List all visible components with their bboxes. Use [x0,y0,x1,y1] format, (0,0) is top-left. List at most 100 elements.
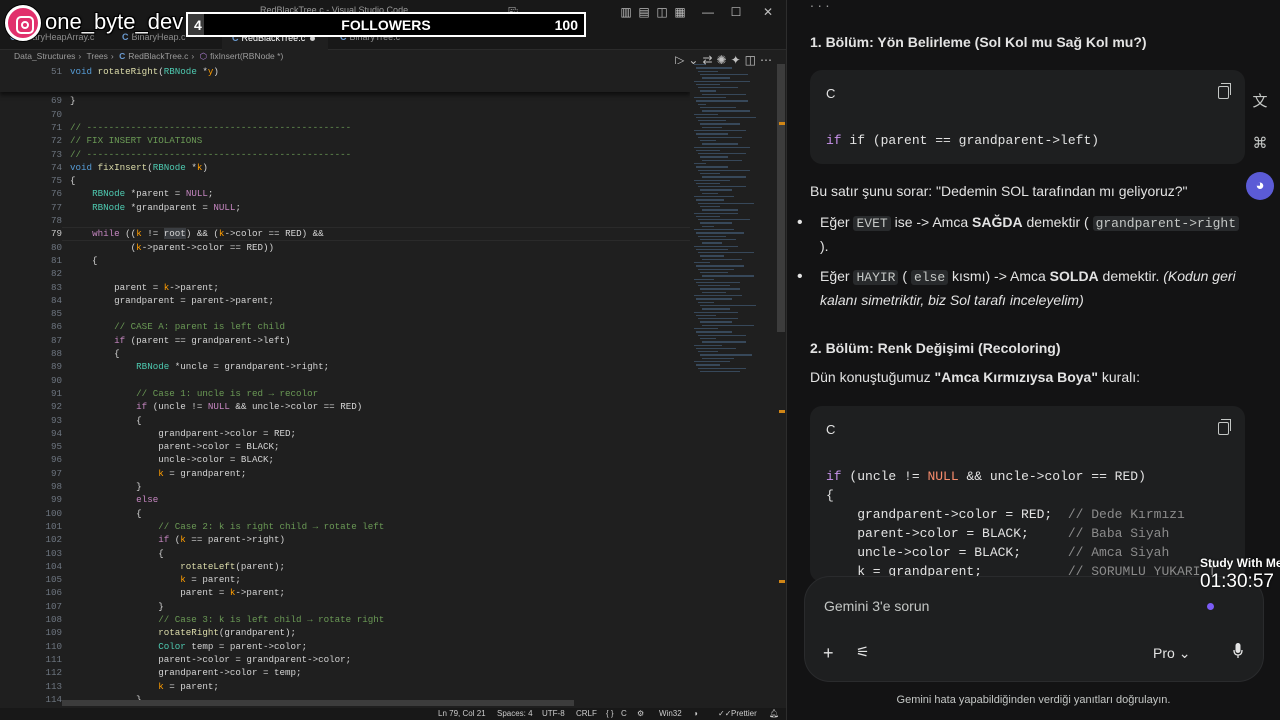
minimap-line [702,143,738,145]
code-line[interactable]: parent = k->parent; [70,586,285,599]
code-line[interactable]: parent = k->parent; [70,281,219,294]
copilot-icon[interactable]: ◑ [693,709,698,718]
minimap-line [696,347,736,350]
code-line[interactable]: { [70,507,142,520]
minimap-line [694,295,742,297]
code-line[interactable]: uncle->color = BLACK; [70,453,274,466]
minimap-line [702,209,738,211]
breadcrumb-item[interactable]: fixInsert(RBNode *) [210,51,283,61]
add-icon[interactable]: + [823,643,834,664]
extensions-icon[interactable]: ⌘ [1246,130,1274,158]
code-line[interactable]: else [70,493,158,506]
code-line[interactable]: RBNode *uncle = grandparent->right; [70,360,329,373]
code-line[interactable]: grandparent->color = temp; [70,666,301,679]
bullet-yes: Eğer EVET ise -> Amca SAĞDA demektir ( g… [797,211,1240,258]
maximize-button[interactable]: ☐ [728,4,744,20]
status-prettier[interactable]: Prettier [731,709,757,718]
minimap-line [696,281,740,284]
status-language[interactable]: C [621,709,627,718]
code-lines: if (uncle != NULL && uncle->color == RED… [810,467,1245,581]
code-line[interactable]: // -------------------------------------… [70,121,351,134]
toggle-sidebar-icon[interactable]: ▥ [618,4,634,20]
code-line[interactable]: // Case 1: uncle is red → recolor [70,387,318,400]
status-cursor-position[interactable]: Ln 79, Col 21 [438,709,486,718]
assistant-icon[interactable]: ◕ [1246,172,1274,200]
code-line[interactable]: k = parent; [70,680,219,693]
code-line[interactable]: { [70,254,98,267]
breadcrumb-item[interactable]: Data_Structures [14,51,75,61]
tools-icon[interactable]: ⚟ [856,643,869,661]
section1-heading: 1. Bölüm: Yön Belirleme (Sol Kol mu Sağ … [810,34,1147,50]
toggle-secondary-sidebar-icon[interactable]: ◫ [654,4,670,20]
code-line[interactable]: (k->parent->color == RED)) [70,241,274,254]
prompt-input[interactable]: Gemini 3'e sorun + ⚟ Pro ⌄ [804,576,1264,682]
code-line[interactable]: } [70,94,76,107]
mic-icon[interactable] [1233,643,1243,659]
minimap-line [702,110,750,112]
gear-icon[interactable]: ⚙ [637,709,644,718]
copy-icon[interactable] [1218,83,1231,99]
vertical-scrollbar[interactable] [777,64,785,332]
code-line[interactable]: { [70,547,164,560]
code-line[interactable]: k = grandparent; [70,467,246,480]
status-indentation[interactable]: Spaces: 4 [497,709,533,718]
minimap-line [698,367,746,369]
code-line[interactable]: } [70,480,142,493]
breadcrumb-item[interactable]: Trees [86,51,107,61]
minimap-line [694,146,750,148]
status-encoding[interactable]: UTF-8 [542,709,565,718]
minimap-line [700,106,736,109]
code-line[interactable]: // Case 2: k is right child → rotate lef… [70,520,384,533]
horizontal-scrollbar[interactable] [62,700,574,706]
bell-icon[interactable]: 🔔︎ [769,709,779,718]
code-line[interactable]: { [70,414,142,427]
close-button[interactable]: ✕ [760,4,776,20]
code-line[interactable]: } [70,600,164,613]
code-line[interactable]: if (uncle != NULL && uncle->color == RED… [70,400,362,413]
minimap-line [700,123,740,125]
code-line[interactable]: // -------------------------------------… [70,148,351,161]
sticky-scroll[interactable]: 51 void rotateRight(RBNode *y) [0,64,690,92]
vscode-window: ⎘ ▥ ▤ ◫ ▦ — ☐ ✕ RedBlackTree.c - Visual … [0,0,786,720]
code-line[interactable]: k = parent; [70,573,241,586]
status-braces[interactable]: { } [606,709,614,718]
code-editor[interactable]: 68 y->parent = x;69}7071// -------------… [0,64,690,710]
sticky-code-line[interactable]: void rotateRight(RBNode *y) [70,65,219,78]
breadcrumb-item[interactable]: RedBlackTree.c [128,51,188,61]
code-line[interactable]: // CASE A: parent is left child [70,320,285,333]
followers-label: FOLLOWERS [341,17,431,33]
minimap-line [702,291,726,294]
code-line[interactable]: while ((k != root) && (k->color == RED) … [70,227,324,240]
line-number: 93 [50,414,62,426]
line-number: 79 [50,228,62,240]
code-line[interactable]: Color temp = parent->color; [70,640,307,653]
code-line[interactable]: void fixInsert(RBNode *k) [70,161,208,174]
code-line[interactable]: grandparent = parent->parent; [70,294,274,307]
status-platform[interactable]: Win32 [659,709,682,718]
line-number: 99 [50,494,62,506]
model-selector[interactable]: Pro ⌄ [1153,645,1190,662]
code-line[interactable]: rotateLeft(parent); [70,560,285,573]
status-eol[interactable]: CRLF [576,709,597,718]
copy-icon[interactable] [1218,419,1231,435]
code-line[interactable]: parent->color = grandparent->color; [70,653,351,666]
code-line[interactable]: RBNode *parent = NULL; [70,187,213,200]
code-line[interactable]: if (parent == grandparent->left) [70,334,290,347]
toggle-panel-icon[interactable]: ▤ [636,4,652,20]
minimap-line [694,179,730,181]
customize-layout-icon[interactable]: ▦ [672,4,688,20]
translate-icon[interactable]: 文 [1246,88,1274,116]
minimap-line [698,87,738,89]
code-line[interactable]: { [70,347,120,360]
code-line[interactable]: if (k == parent->right) [70,533,285,546]
code-line[interactable]: // FIX INSERT VIOLATIONS [70,134,202,147]
code-line[interactable]: RBNode *grandparent = NULL; [70,201,241,214]
code-line[interactable]: { [70,174,76,187]
minimap[interactable] [694,64,778,384]
code-line[interactable]: parent->color = BLACK; [70,440,279,453]
minimize-button[interactable]: — [700,4,716,20]
code-line[interactable]: // Case 3: k is left child → rotate righ… [70,613,384,626]
code-line[interactable]: rotateRight(grandparent); [70,626,296,639]
code-line[interactable]: grandparent->color = RED; [70,427,296,440]
code-block-2: C if (uncle != NULL && uncle->color == R… [810,406,1245,582]
